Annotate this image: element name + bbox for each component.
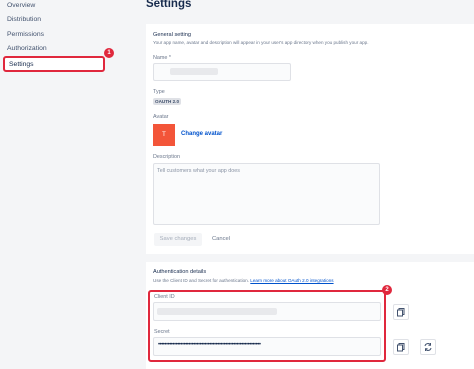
cancel-button[interactable]: Cancel — [212, 233, 230, 246]
client-id-label: Client ID — [154, 294, 175, 300]
name-label: Name * — [153, 55, 171, 61]
sidebar: Overview Distribution Permissions Author… — [0, 0, 128, 369]
regenerate-secret-button[interactable] — [420, 339, 436, 355]
sidebar-item-settings[interactable]: Settings — [3, 56, 105, 72]
client-id-value-redacted — [157, 308, 277, 315]
sidebar-item-authorization[interactable]: Authorization — [7, 45, 47, 52]
page-title: Settings — [146, 0, 192, 10]
refresh-icon — [424, 343, 432, 351]
name-value-redacted — [170, 68, 218, 75]
secret-label: Secret — [154, 329, 170, 335]
step-marker-2: 2 — [382, 285, 392, 295]
step-marker-1: 1 — [104, 48, 114, 58]
copy-secret-button[interactable] — [393, 339, 409, 355]
sidebar-item-permissions[interactable]: Permissions — [7, 31, 44, 38]
avatar: T — [153, 124, 175, 146]
sidebar-item-overview[interactable]: Overview — [7, 2, 35, 9]
sidebar-item-distribution[interactable]: Distribution — [7, 16, 41, 23]
copy-client-id-button[interactable] — [393, 304, 409, 320]
description-placeholder: Tell customers what your app does — [157, 168, 240, 174]
learn-more-link[interactable]: Learn more about OAuth 2.0 integrations — [250, 278, 333, 283]
change-avatar-link[interactable]: Change avatar — [181, 131, 222, 137]
copy-icon — [397, 343, 405, 352]
auth-details-description: Use the Client ID and Secret for authent… — [153, 278, 334, 283]
type-label: Type — [153, 89, 165, 95]
copy-icon — [397, 308, 405, 317]
auth-details-title: Authentication details — [153, 269, 207, 275]
auth-description-text: Use the Client ID and Secret for authent… — [153, 278, 250, 283]
save-changes-button[interactable]: Save changes — [154, 233, 202, 246]
description-label: Description — [153, 154, 180, 160]
avatar-label: Avatar — [153, 114, 169, 120]
secret-value: ••••••••••••••••••••••••••••••••••••••••… — [158, 342, 261, 348]
type-badge: OAUTH 2.0 — [153, 98, 181, 105]
general-setting-description: Your app name, avatar and description wi… — [153, 40, 369, 45]
general-setting-title: General setting — [153, 32, 191, 38]
